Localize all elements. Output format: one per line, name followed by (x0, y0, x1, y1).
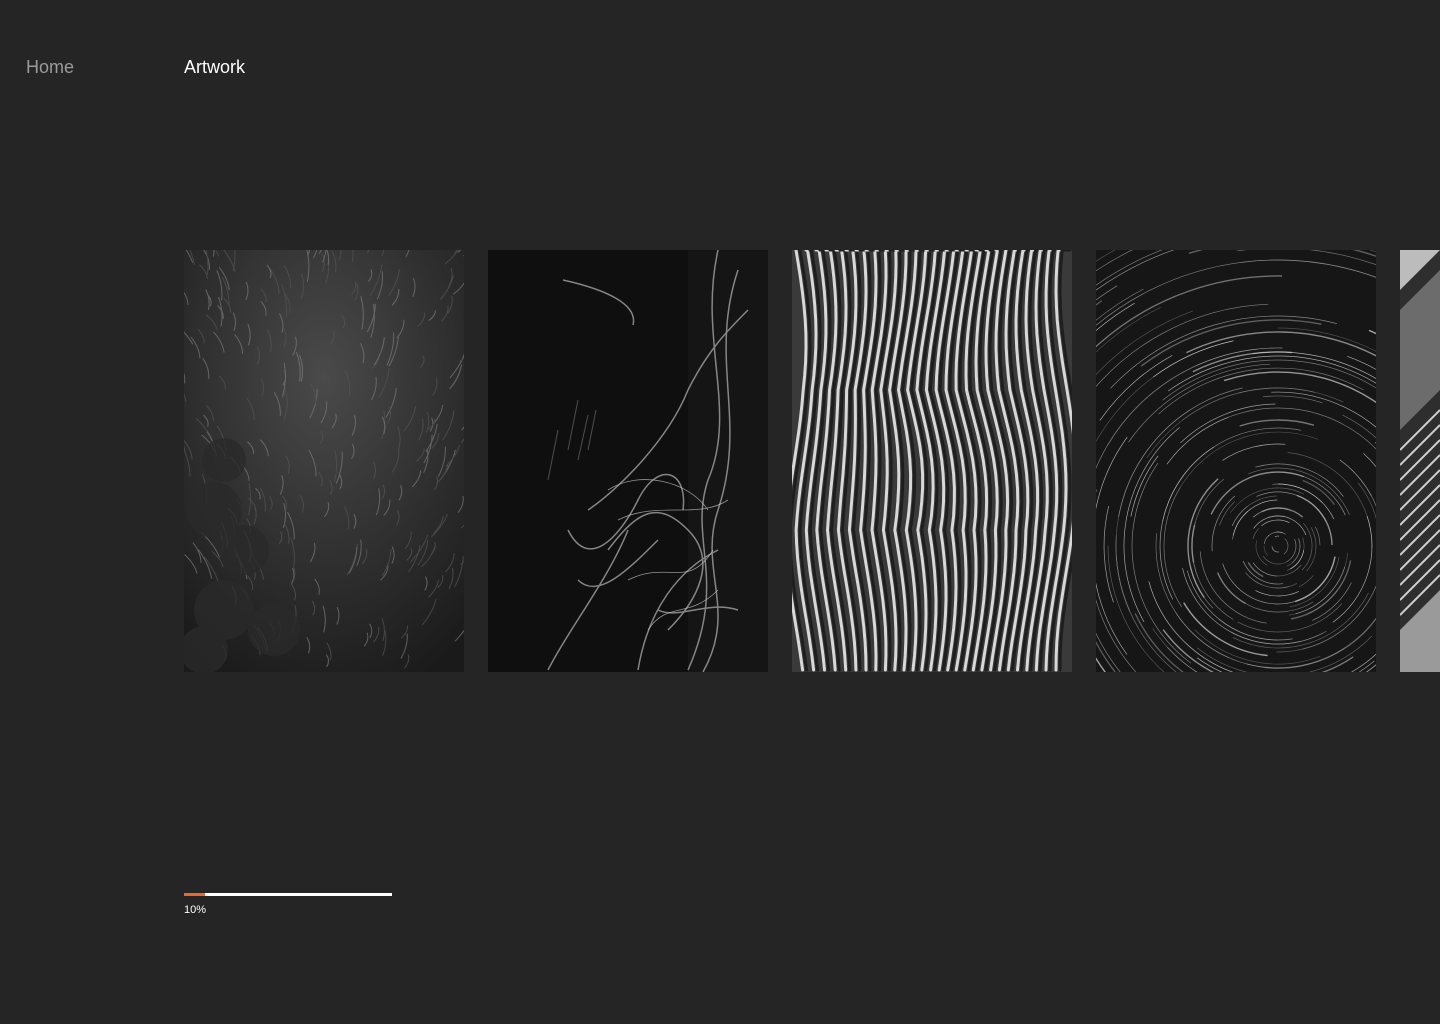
artwork-card-1[interactable] (184, 250, 464, 672)
artwork-star-trails-image (1096, 250, 1376, 672)
artwork-architecture-partial-image (1400, 250, 1440, 672)
artwork-card-4[interactable] (1096, 250, 1376, 672)
artwork-card-5[interactable] (1400, 250, 1440, 672)
progress-track (184, 893, 392, 896)
artwork-feather-texture-image (184, 250, 464, 672)
artwork-card-2[interactable] (488, 250, 768, 672)
artwork-page: Home Artwork 10% (0, 0, 1440, 1024)
progress-fill (184, 893, 205, 896)
artwork-light-trails-image (488, 250, 768, 672)
artwork-wave-ridges-image (792, 250, 1072, 672)
artwork-gallery[interactable] (184, 250, 1440, 672)
page-title: Artwork (184, 57, 246, 77)
scroll-progress: 10% (184, 893, 392, 917)
nav-home-link[interactable]: Home (26, 56, 74, 78)
artwork-card-3[interactable] (792, 250, 1072, 672)
progress-label: 10% (184, 904, 207, 916)
